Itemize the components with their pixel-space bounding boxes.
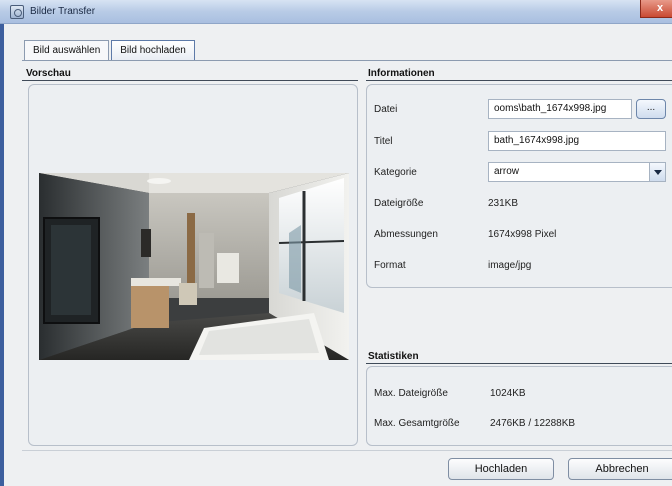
button-bar-divider: [22, 450, 672, 451]
tab-divider: [22, 60, 672, 61]
info-title-line: [366, 80, 672, 81]
preview-title-line: [22, 80, 358, 81]
abmessungen-label: Abmessungen: [374, 229, 438, 240]
window-title: Bilder Transfer: [30, 6, 96, 17]
tab-bar: Bild auswählen Bild hochladen: [24, 40, 197, 61]
max-datei-value: 1024KB: [490, 388, 526, 399]
bilder-transfer-window: Bilder Transfer x Bild auswählen Bild ho…: [0, 0, 672, 486]
app-icon: [10, 5, 24, 19]
titel-field[interactable]: bath_1674x998.jpg: [488, 131, 666, 151]
info-title: Informationen: [368, 68, 435, 79]
tab-bild-hochladen[interactable]: Bild hochladen: [111, 40, 195, 61]
datei-field[interactable]: ooms\bath_1674x998.jpg: [488, 99, 632, 119]
chevron-down-icon[interactable]: [649, 163, 665, 181]
groesse-value: 231KB: [488, 198, 519, 209]
preview-image: [39, 173, 349, 360]
kategorie-select[interactable]: arrow: [488, 162, 666, 182]
stats-title: Statistiken: [368, 351, 419, 362]
preview-title: Vorschau: [26, 68, 71, 79]
bathroom-image: [39, 173, 349, 360]
titel-label: Titel: [374, 136, 393, 147]
max-gesamt-value: 2476KB / 12288KB: [490, 418, 576, 429]
max-datei-label: Max. Dateigröße: [374, 388, 448, 399]
kategorie-value: arrow: [494, 166, 520, 177]
kategorie-label: Kategorie: [374, 167, 417, 178]
browse-button[interactable]: ...: [636, 99, 666, 119]
upload-button[interactable]: Hochladen: [448, 458, 554, 480]
datei-label: Datei: [374, 104, 398, 115]
groesse-label: Dateigröße: [374, 198, 424, 209]
tab-bild-auswaehlen[interactable]: Bild auswählen: [24, 40, 110, 60]
max-gesamt-label: Max. Gesamtgröße: [374, 418, 460, 429]
stats-panel: [366, 366, 672, 446]
format-label: Format: [374, 260, 406, 271]
abmessungen-value: 1674x998 Pixel: [488, 229, 557, 240]
stats-title-line: [366, 363, 672, 364]
cancel-button[interactable]: Abbrechen: [568, 458, 672, 480]
close-button[interactable]: x: [640, 0, 672, 18]
title-bar[interactable]: Bilder Transfer x: [0, 0, 672, 24]
format-value: image/jpg: [488, 260, 532, 271]
